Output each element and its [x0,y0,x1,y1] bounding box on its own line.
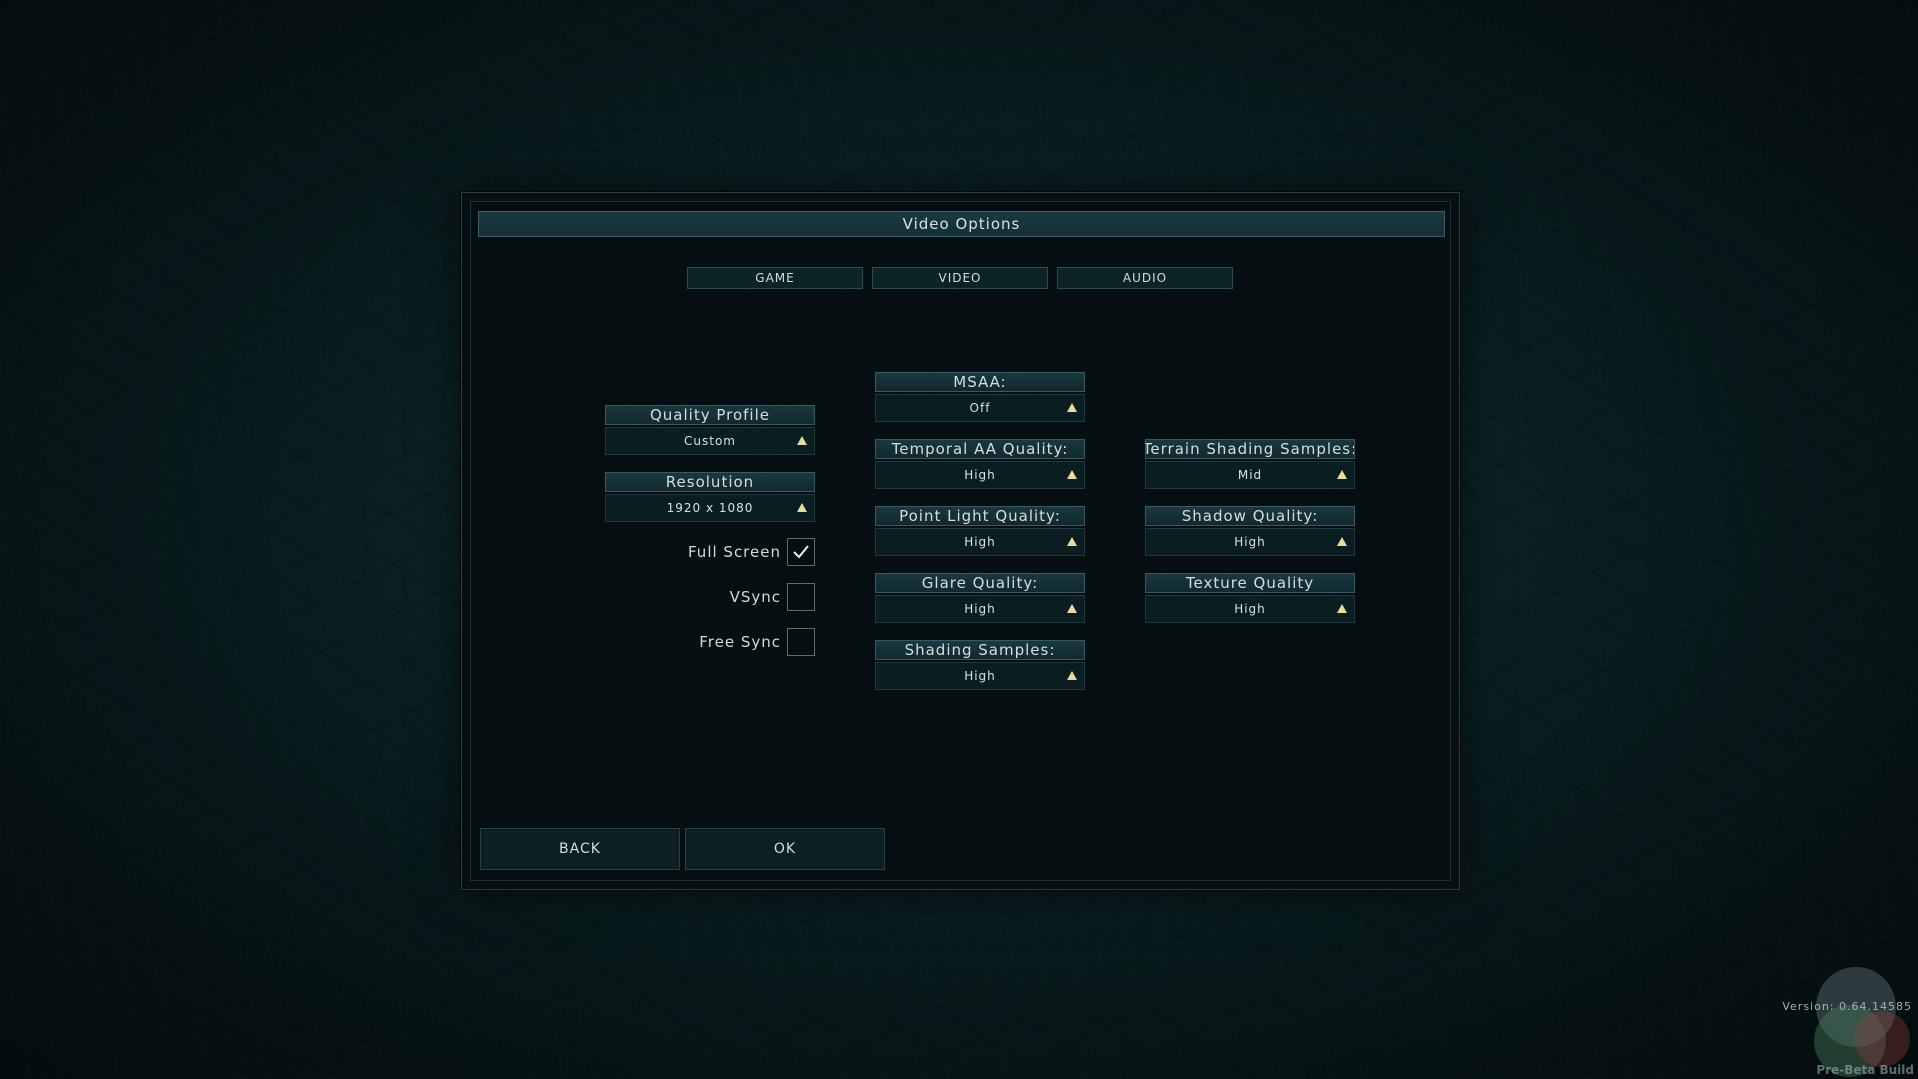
shadow-quality-dropdown[interactable]: High [1145,528,1355,556]
quality-profile-field: Quality Profile Custom [605,405,815,455]
tab-game[interactable]: GAME [687,267,863,289]
shadow-quality-field: Shadow Quality: High [1145,506,1355,556]
arrow-up-icon [1337,604,1347,613]
arrow-up-icon [797,436,807,445]
arrow-up-icon [797,503,807,512]
shading-samples-dropdown[interactable]: High [875,662,1085,690]
temporal-aa-dropdown[interactable]: High [875,461,1085,489]
arrow-up-icon [1067,537,1077,546]
resolution-label: Resolution [605,472,815,492]
full-screen-row: Full Screen [575,537,815,567]
temporal-aa-value: High [964,468,996,482]
texture-quality-field: Texture Quality High [1145,573,1355,623]
msaa-label: MSAA: [875,372,1085,392]
temporal-aa-field: Temporal AA Quality: High [875,439,1085,489]
vsync-row: VSync [575,582,815,612]
vsync-checkbox[interactable] [787,583,815,611]
tab-audio[interactable]: AUDIO [1057,267,1233,289]
vsync-label: VSync [729,588,781,606]
game-logo-icon [1814,967,1910,1077]
point-light-label: Point Light Quality: [875,506,1085,526]
arrow-up-icon [1067,470,1077,479]
glare-label: Glare Quality: [875,573,1085,593]
terrain-shading-dropdown[interactable]: Mid [1145,461,1355,489]
resolution-field: Resolution 1920 x 1080 [605,472,815,522]
arrow-up-icon [1067,671,1077,680]
dialog-title: Video Options [478,211,1445,237]
terrain-shading-label: Terrain Shading Samples: [1145,439,1355,459]
ok-button[interactable]: OK [685,828,885,870]
texture-quality-label: Texture Quality [1145,573,1355,593]
full-screen-checkbox[interactable] [787,538,815,566]
texture-quality-value: High [1234,602,1266,616]
shadow-quality-value: High [1234,535,1266,549]
msaa-value: Off [969,401,991,415]
back-button[interactable]: BACK [480,828,680,870]
free-sync-checkbox[interactable] [787,628,815,656]
tab-video[interactable]: VIDEO [872,267,1048,289]
arrow-up-icon [1067,604,1077,613]
build-label: Pre-Beta Build [1816,1063,1914,1077]
glare-field: Glare Quality: High [875,573,1085,623]
shadow-quality-label: Shadow Quality: [1145,506,1355,526]
glare-dropdown[interactable]: High [875,595,1085,623]
version-text: Version: 0.64.14585 [1782,1000,1912,1013]
quality-profile-label: Quality Profile [605,405,815,425]
shading-samples-label: Shading Samples: [875,640,1085,660]
point-light-dropdown[interactable]: High [875,528,1085,556]
shading-samples-field: Shading Samples: High [875,640,1085,690]
texture-quality-dropdown[interactable]: High [1145,595,1355,623]
msaa-dropdown[interactable]: Off [875,394,1085,422]
temporal-aa-label: Temporal AA Quality: [875,439,1085,459]
quality-profile-value: Custom [684,434,736,448]
arrow-up-icon [1337,470,1347,479]
resolution-dropdown[interactable]: 1920 x 1080 [605,494,815,522]
quality-profile-dropdown[interactable]: Custom [605,427,815,455]
resolution-value: 1920 x 1080 [666,501,754,515]
point-light-value: High [964,535,996,549]
video-options-dialog: Video Options GAME VIDEO AUDIO Quality P… [461,192,1460,890]
msaa-field: MSAA: Off [875,372,1085,422]
checkmark-icon [793,545,809,559]
arrow-up-icon [1067,403,1077,412]
free-sync-row: Free Sync [575,627,815,657]
full-screen-label: Full Screen [688,543,781,561]
glare-value: High [964,602,996,616]
terrain-shading-field: Terrain Shading Samples: Mid [1145,439,1355,489]
arrow-up-icon [1337,537,1347,546]
free-sync-label: Free Sync [699,633,781,651]
terrain-shading-value: Mid [1237,468,1263,482]
point-light-field: Point Light Quality: High [875,506,1085,556]
shading-samples-value: High [964,669,996,683]
